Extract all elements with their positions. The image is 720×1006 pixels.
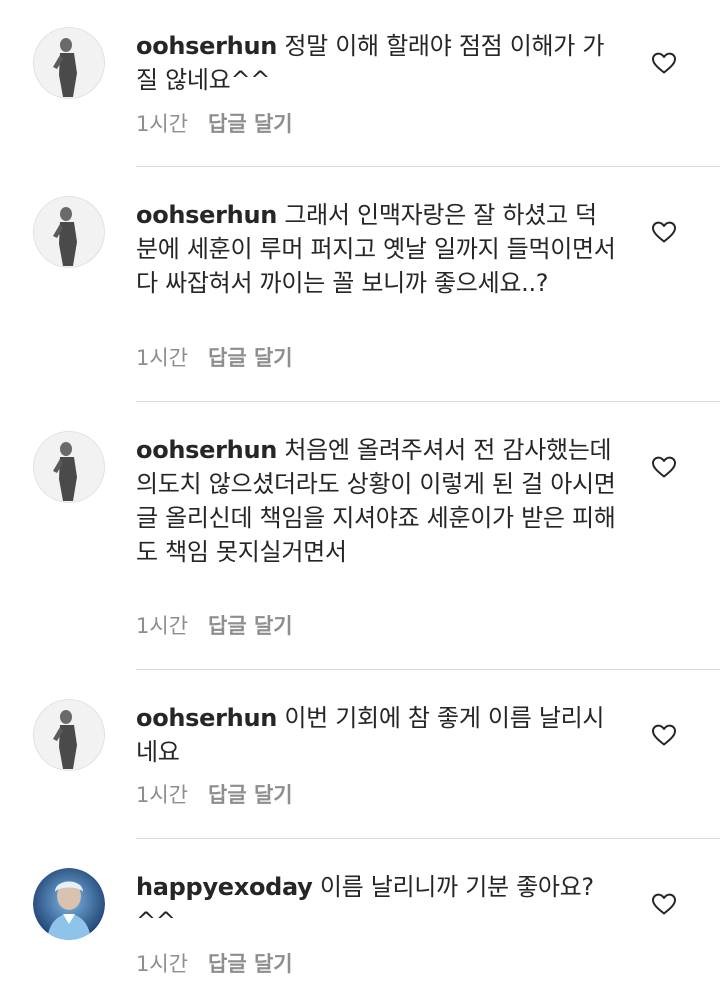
avatar[interactable]	[33, 431, 105, 503]
comment-time: 1시간	[136, 952, 189, 976]
avatar[interactable]	[33, 868, 105, 940]
comment-body: oohserhun 그래서 인맥자랑은 잘 하셨고 덕분에 세훈이 루머 퍼지고…	[136, 198, 616, 300]
comment-meta: 1시간 답글 달기	[136, 613, 293, 639]
comment-time: 1시간	[136, 614, 189, 638]
heart-outline-icon[interactable]	[651, 51, 677, 75]
comment-username[interactable]: oohserhun	[136, 32, 277, 60]
comment-body: oohserhun 이번 기회에 참 좋게 이름 날리시네요	[136, 701, 616, 769]
divider	[136, 838, 720, 839]
avatar[interactable]	[33, 27, 105, 99]
comment-body: oohserhun 처음엔 올려주셔서 전 감사했는데 의도치 않으셨더라도 상…	[136, 433, 616, 569]
avatar[interactable]	[33, 196, 105, 268]
comment-body: happyexoday 이름 날리니까 기분 좋아요?^^	[136, 870, 616, 938]
comment-username[interactable]: oohserhun	[136, 704, 277, 732]
reply-button[interactable]: 답글 달기	[208, 614, 293, 638]
divider	[136, 669, 720, 670]
comment-username[interactable]: oohserhun	[136, 436, 277, 464]
divider	[136, 401, 720, 402]
reply-button[interactable]: 답글 달기	[208, 783, 293, 807]
heart-outline-icon[interactable]	[651, 892, 677, 916]
heart-outline-icon[interactable]	[651, 220, 677, 244]
comment-body: oohserhun 정말 이해 할래야 점점 이해가 가질 않네요^^	[136, 29, 616, 97]
comment-meta: 1시간 답글 달기	[136, 111, 293, 137]
comment-username[interactable]: oohserhun	[136, 201, 277, 229]
comment-username[interactable]: happyexoday	[136, 873, 313, 901]
comment-time: 1시간	[136, 112, 189, 136]
reply-button[interactable]: 답글 달기	[208, 952, 293, 976]
comment-time: 1시간	[136, 346, 189, 370]
avatar[interactable]	[33, 699, 105, 771]
heart-outline-icon[interactable]	[651, 455, 677, 479]
reply-button[interactable]: 답글 달기	[208, 346, 293, 370]
comment-meta: 1시간 답글 달기	[136, 345, 293, 371]
divider	[136, 166, 720, 167]
heart-outline-icon[interactable]	[651, 723, 677, 747]
comment-time: 1시간	[136, 783, 189, 807]
reply-button[interactable]: 답글 달기	[208, 112, 293, 136]
comment-meta: 1시간 답글 달기	[136, 951, 293, 977]
comment-meta: 1시간 답글 달기	[136, 782, 293, 808]
